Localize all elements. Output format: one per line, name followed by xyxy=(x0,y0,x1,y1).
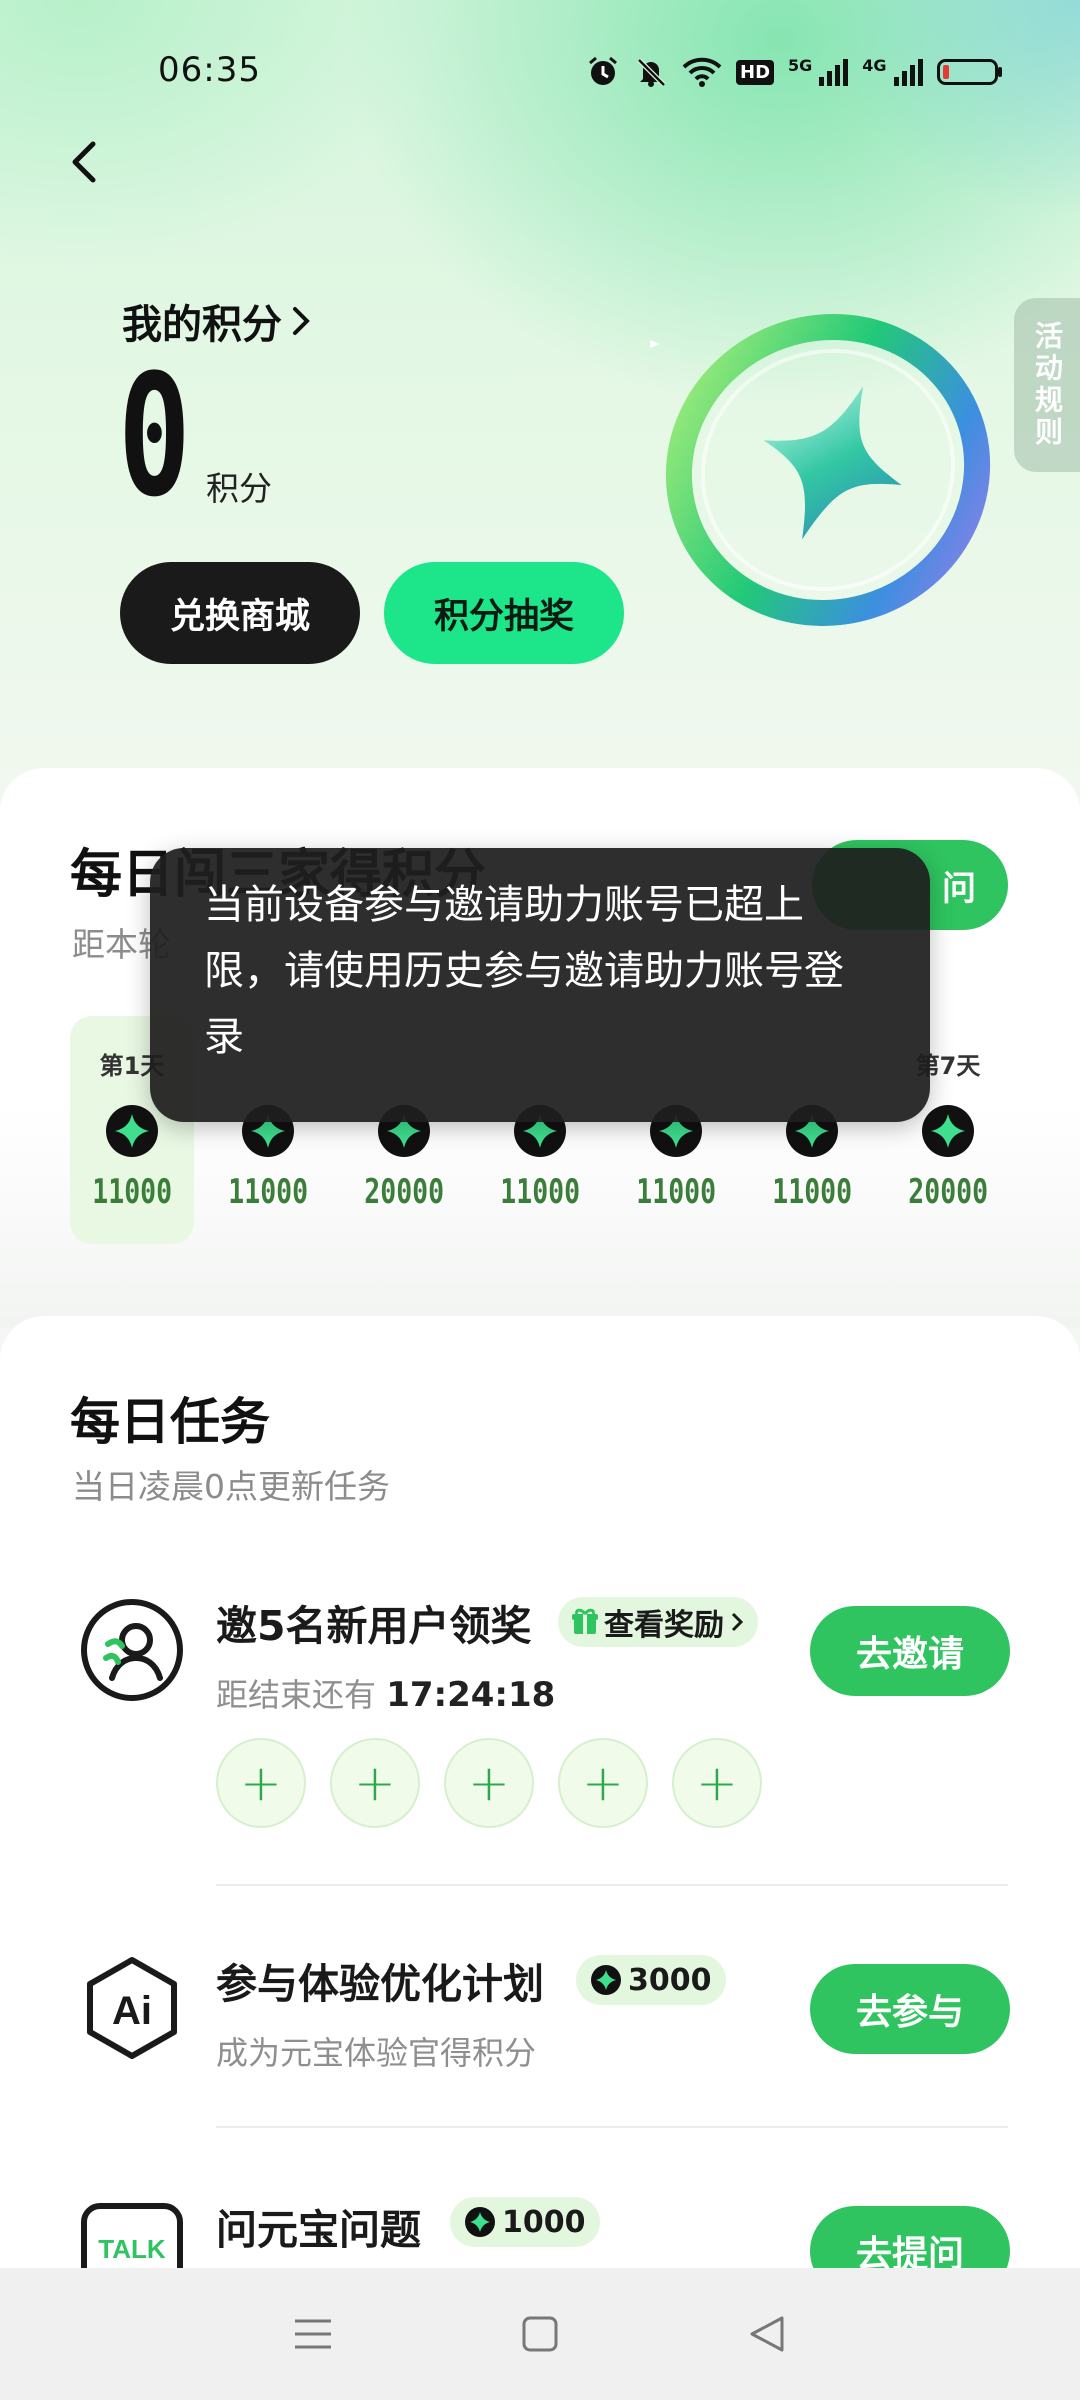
invite-slot-4[interactable]: + xyxy=(558,1738,648,1828)
daily-tasks-subtitle: 当日凌晨0点更新任务 xyxy=(72,1467,390,1506)
system-nav-bar xyxy=(0,2268,1080,2400)
invite-user-icon xyxy=(81,1599,183,1701)
invite-slot-3[interactable]: + xyxy=(444,1738,534,1828)
battery-low-icon xyxy=(936,57,1003,87)
back-button[interactable] xyxy=(56,135,110,189)
go-participate-button[interactable]: 去参与 xyxy=(810,1964,1010,2054)
nav-back-button[interactable] xyxy=(732,2299,802,2369)
points-badge: 3000 xyxy=(576,1955,726,2005)
invite-countdown: 距结束还有 17:24:18 xyxy=(216,1670,555,1716)
home-square-icon xyxy=(522,2316,558,2352)
view-reward-label: 查看奖励 xyxy=(604,1608,724,1643)
task-experience-desc: 成为元宝体验官得积分 xyxy=(216,2034,537,2072)
divider xyxy=(216,1884,1008,1886)
countdown-value: 17:24:18 xyxy=(386,1675,556,1715)
go-invite-button[interactable]: 去邀请 xyxy=(810,1606,1010,1696)
svg-text:Ai: Ai xyxy=(112,1989,152,2033)
day-points: 11000 xyxy=(500,1172,580,1212)
exchange-mall-button[interactable]: 兑换商城 xyxy=(120,562,360,664)
points-badge-value: 3000 xyxy=(628,1962,712,1998)
divider xyxy=(216,2126,1008,2128)
countdown-prefix: 距结束还有 xyxy=(216,1676,377,1714)
status-time: 06:35 xyxy=(158,50,261,90)
day-points: 20000 xyxy=(908,1172,988,1212)
nav-menu-button[interactable] xyxy=(278,2299,348,2369)
task-experience-name: 参与体验优化计划 xyxy=(216,1960,544,2008)
points-badge-value: 1000 xyxy=(502,2204,586,2240)
network-4g-label: 4G xyxy=(862,55,887,75)
back-arrow-icon xyxy=(72,141,96,183)
plus-icon: + xyxy=(354,1754,396,1812)
star-coin-icon xyxy=(591,1965,621,1995)
hd-indicator: HD xyxy=(736,59,775,85)
network-5g-label: 5G xyxy=(788,55,813,75)
view-reward-badge[interactable]: 查看奖励 xyxy=(558,1597,758,1647)
bell-off-icon xyxy=(634,55,668,89)
signal-icon-2 xyxy=(893,57,923,87)
triangle-back-icon xyxy=(750,2316,784,2352)
chevron-right-icon xyxy=(293,307,310,335)
points-unit: 积分 xyxy=(206,469,272,508)
signal-icon xyxy=(818,57,849,87)
day-points: 11000 xyxy=(636,1172,716,1212)
activity-rules-tab[interactable]: 活动规则 xyxy=(1014,298,1080,472)
task-ask-name: 问元宝问题 xyxy=(216,2206,421,2254)
chevron-right-icon xyxy=(731,1612,744,1632)
plus-icon: + xyxy=(696,1754,738,1812)
day-points: 11000 xyxy=(228,1172,308,1212)
nav-home-button[interactable] xyxy=(505,2299,575,2369)
invite-slot-1[interactable]: + xyxy=(216,1738,306,1828)
invite-slot-5[interactable]: + xyxy=(672,1738,762,1828)
wifi-icon xyxy=(682,56,722,88)
svg-text:TALK: TALK xyxy=(98,2234,166,2264)
gift-icon xyxy=(572,1608,598,1634)
plus-icon: + xyxy=(240,1754,282,1812)
points-value: 0 xyxy=(118,338,191,534)
ai-hexagon-icon: Ai xyxy=(87,1957,177,2059)
alarm-icon xyxy=(586,55,620,89)
menu-icon xyxy=(295,2319,332,2349)
star-coin-icon xyxy=(106,1105,158,1157)
task-invite-name: 邀5名新用户领奖 xyxy=(216,1602,532,1650)
toast-message: 当前设备参与邀请助力账号已超上限，请使用历史参与邀请助力账号登录 xyxy=(150,848,930,1122)
star-ring-illustration xyxy=(650,314,991,626)
status-icons: HD 5G 4G xyxy=(586,52,1003,92)
plus-icon: + xyxy=(582,1754,624,1812)
day-points: 11000 xyxy=(92,1172,172,1212)
points-lottery-button[interactable]: 积分抽奖 xyxy=(384,562,624,664)
points-badge: 1000 xyxy=(450,2197,600,2247)
day-points: 20000 xyxy=(364,1172,444,1212)
day-points: 11000 xyxy=(772,1172,852,1212)
invite-slot-2[interactable]: + xyxy=(330,1738,420,1828)
star-coin-icon xyxy=(922,1105,974,1157)
plus-icon: + xyxy=(468,1754,510,1812)
star-coin-icon xyxy=(465,2207,495,2237)
daily-tasks-title: 每日任务 xyxy=(70,1393,270,1451)
